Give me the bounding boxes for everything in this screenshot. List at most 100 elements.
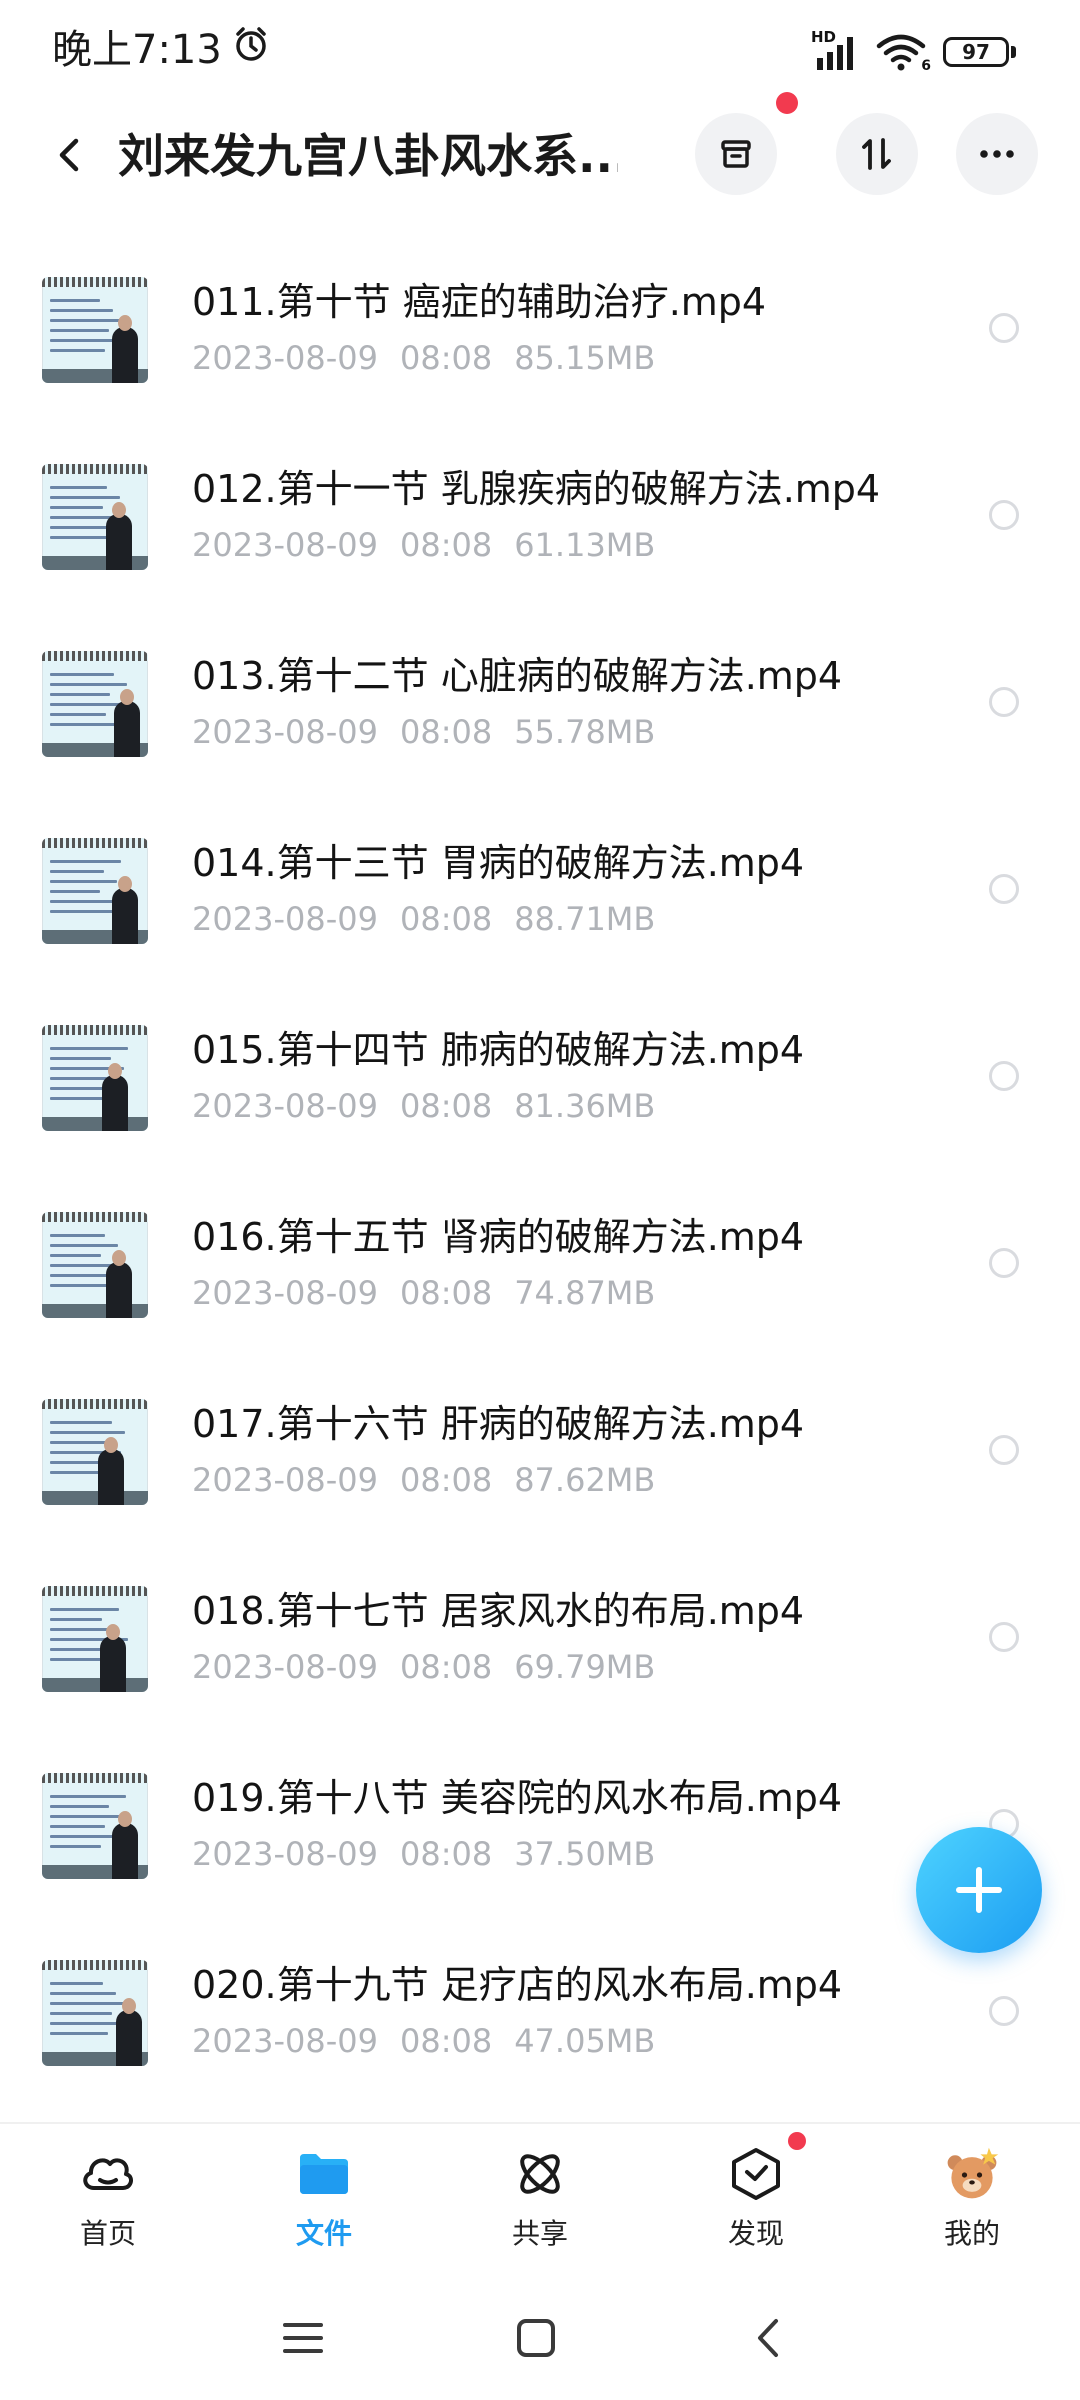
video-thumbnail xyxy=(42,1212,148,1318)
file-row[interactable]: 015.第十四节 肺病的破解方法.mp4 2023-08-09 08:08 81.36… xyxy=(0,1013,1080,1200)
file-size: 37.50MB xyxy=(514,1835,656,1873)
share-atom-icon xyxy=(510,2144,570,2204)
tab-home[interactable]: 首页 xyxy=(28,2136,188,2276)
file-name: 013.第十二节 心脏病的破解方法.mp4 xyxy=(192,654,843,698)
select-radio[interactable] xyxy=(989,313,1019,343)
file-date: 2023-08-09 xyxy=(192,1087,378,1125)
file-meta: 2023-08-09 08:08 74.87MB xyxy=(192,1270,655,1316)
file-list: 011.第十节 癌症的辅助治疗.mp4 2023-08-09 08:08 85.15M… xyxy=(0,265,1080,2135)
select-radio[interactable] xyxy=(989,1061,1019,1091)
select-radio[interactable] xyxy=(989,500,1019,530)
select-radio[interactable] xyxy=(989,1622,1019,1652)
discover-cube-icon xyxy=(726,2144,786,2204)
file-date: 2023-08-09 xyxy=(192,713,378,751)
file-time: 08:08 xyxy=(399,1274,493,1312)
file-time: 08:08 xyxy=(399,1461,493,1499)
file-meta: 2023-08-09 08:08 61.13MB xyxy=(192,522,655,568)
back-chevron-icon xyxy=(758,2319,778,2357)
file-meta: 2023-08-09 08:08 47.05MB xyxy=(192,2018,655,2064)
file-row[interactable]: 011.第十节 癌症的辅助治疗.mp4 2023-08-09 08:08 85.15M… xyxy=(0,265,1080,452)
select-radio[interactable] xyxy=(989,1435,1019,1465)
file-name: 011.第十节 癌症的辅助治疗.mp4 xyxy=(192,280,767,324)
discover-notification-dot xyxy=(788,2132,806,2150)
file-meta: 2023-08-09 08:08 87.62MB xyxy=(192,1457,655,1503)
select-radio[interactable] xyxy=(989,1248,1019,1278)
file-row[interactable]: 014.第十三节 胃病的破解方法.mp4 2023-08-09 08:08 88.71… xyxy=(0,826,1080,1013)
file-size: 69.79MB xyxy=(514,1648,656,1686)
file-name: 017.第十六节 肝病的破解方法.mp4 xyxy=(192,1402,805,1446)
status-time: 晚上7:13 xyxy=(52,27,222,73)
file-row[interactable]: 020.第十九节 足疗店的风水布局.mp4 2023-08-09 08:08 47.0… xyxy=(0,1948,1080,2135)
video-thumbnail xyxy=(42,1960,148,2066)
file-row[interactable]: 012.第十一节 乳腺疾病的破解方法.mp4 2023-08-09 08:08 61.… xyxy=(0,452,1080,639)
status-indicators: HD 6 97 xyxy=(811,28,1016,74)
video-thumbnail xyxy=(42,651,148,757)
file-name: 014.第十三节 胃病的破解方法.mp4 xyxy=(192,841,805,885)
sort-icon xyxy=(862,138,891,170)
file-time: 08:08 xyxy=(399,1648,493,1686)
file-time: 08:08 xyxy=(399,1835,493,1873)
wifi-standard-label: 6 xyxy=(921,58,931,74)
select-radio[interactable] xyxy=(989,687,1019,717)
alarm-icon xyxy=(232,22,270,78)
file-meta: 2023-08-09 08:08 81.36MB xyxy=(192,1083,655,1129)
select-radio[interactable] xyxy=(989,1996,1019,2026)
file-size: 88.71MB xyxy=(514,900,656,938)
add-button[interactable] xyxy=(916,1827,1042,1953)
file-date: 2023-08-09 xyxy=(192,1648,378,1686)
file-row[interactable]: 017.第十六节 肝病的破解方法.mp4 2023-08-09 08:08 87.62… xyxy=(0,1387,1080,1574)
sort-button[interactable] xyxy=(836,113,918,195)
tab-share[interactable]: 共享 xyxy=(460,2136,620,2276)
tab-label: 发现 xyxy=(727,2217,784,2250)
file-size: 87.62MB xyxy=(514,1461,656,1499)
wifi-icon: 6 xyxy=(875,32,931,74)
file-row[interactable]: 013.第十二节 心脏病的破解方法.mp4 2023-08-09 08:08 55.7… xyxy=(0,639,1080,826)
file-date: 2023-08-09 xyxy=(192,2022,378,2060)
archive-button[interactable] xyxy=(695,113,777,195)
bottom-tab-bar: 首页 文件 共享 发现 我的 xyxy=(0,2122,1080,2284)
file-size: 74.87MB xyxy=(514,1274,656,1312)
file-date: 2023-08-09 xyxy=(192,900,378,938)
file-time: 08:08 xyxy=(399,526,493,564)
video-thumbnail xyxy=(42,277,148,383)
file-name: 015.第十四节 肺病的破解方法.mp4 xyxy=(192,1028,805,1072)
notification-dot xyxy=(776,92,798,114)
file-size: 61.13MB xyxy=(514,526,656,564)
file-size: 81.36MB xyxy=(514,1087,656,1125)
file-size: 85.15MB xyxy=(514,339,656,377)
tab-profile[interactable]: 我的 xyxy=(892,2136,1052,2276)
file-date: 2023-08-09 xyxy=(192,339,378,377)
file-size: 47.05MB xyxy=(514,2022,656,2060)
tab-files[interactable]: 文件 xyxy=(244,2136,404,2276)
file-row[interactable]: 019.第十八节 美容院的风水布局.mp4 2023-08-09 08:08 37.5… xyxy=(0,1761,1080,1948)
back-nav-button[interactable] xyxy=(740,2308,800,2368)
more-button[interactable] xyxy=(956,113,1038,195)
menu-nav-button[interactable] xyxy=(273,2308,333,2368)
file-row[interactable]: 018.第十七节 居家风水的布局.mp4 2023-08-09 08:08 69.79… xyxy=(0,1574,1080,1761)
tab-label: 我的 xyxy=(943,2217,1000,2250)
tab-discover[interactable]: 发现 xyxy=(676,2132,836,2276)
more-dots-icon xyxy=(980,150,1014,158)
file-time: 08:08 xyxy=(399,1087,493,1125)
tab-label: 共享 xyxy=(511,2217,568,2250)
signal-icon: HD xyxy=(811,28,863,72)
plus-icon xyxy=(956,1867,1002,1913)
video-thumbnail xyxy=(42,464,148,570)
video-thumbnail xyxy=(42,838,148,944)
archive-icon xyxy=(721,140,751,168)
file-row[interactable]: 016.第十五节 肾病的破解方法.mp4 2023-08-09 08:08 74.87… xyxy=(0,1200,1080,1387)
tab-label: 首页 xyxy=(79,2217,136,2250)
file-date: 2023-08-09 xyxy=(192,526,378,564)
file-meta: 2023-08-09 08:08 69.79MB xyxy=(192,1644,655,1690)
file-name: 020.第十九节 足疗店的风水布局.mp4 xyxy=(192,1963,843,2007)
back-arrow-icon xyxy=(59,138,79,172)
file-date: 2023-08-09 xyxy=(192,1274,378,1312)
file-name: 019.第十八节 美容院的风水布局.mp4 xyxy=(192,1776,843,1820)
file-name: 018.第十七节 居家风水的布局.mp4 xyxy=(192,1589,805,1633)
file-time: 08:08 xyxy=(399,339,493,377)
back-button[interactable] xyxy=(40,125,100,185)
file-time: 08:08 xyxy=(399,900,493,938)
home-nav-button[interactable] xyxy=(506,2308,566,2368)
bear-avatar-icon xyxy=(942,2144,1002,2204)
select-radio[interactable] xyxy=(989,874,1019,904)
